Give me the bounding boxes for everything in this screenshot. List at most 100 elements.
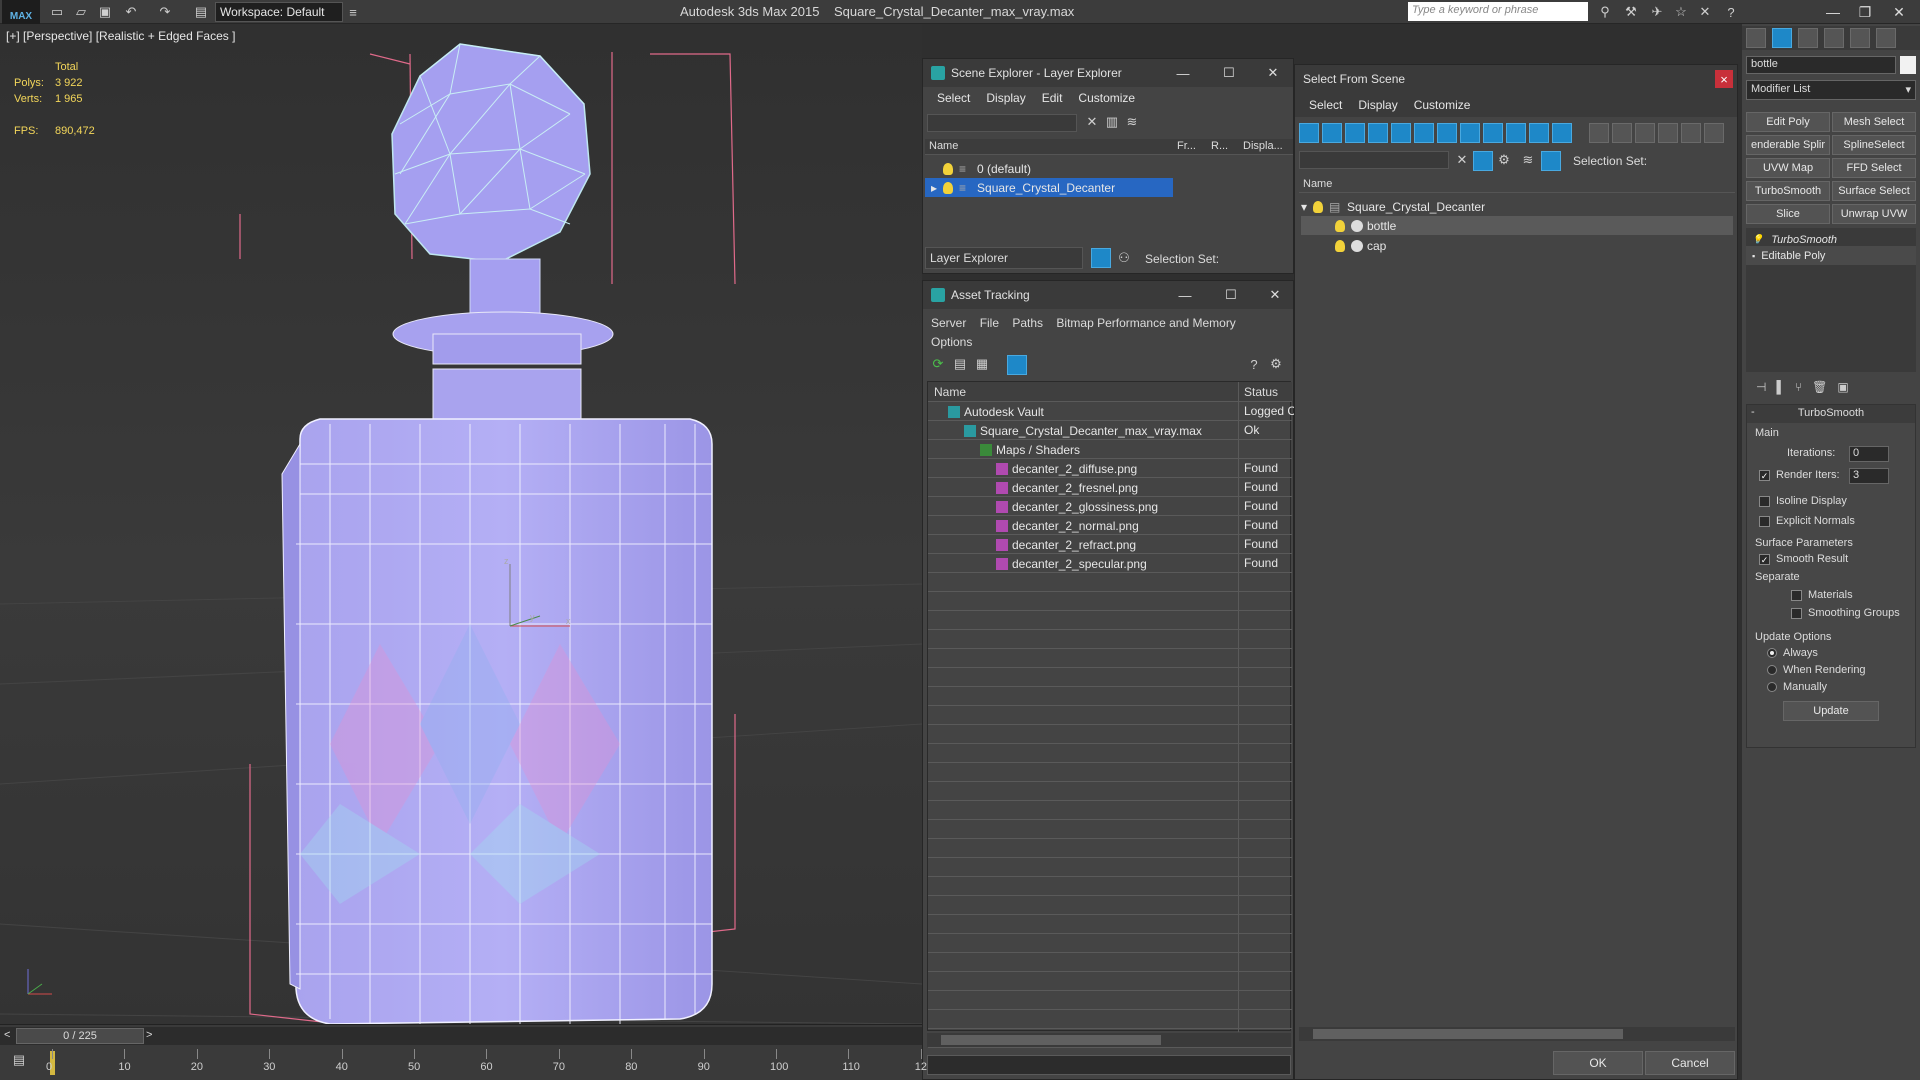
object-color-swatch[interactable] [1900,56,1916,74]
clear-search-icon[interactable]: ✕ [1453,151,1471,169]
always-row[interactable]: Always [1767,647,1818,659]
always-radio[interactable] [1767,648,1777,658]
shapes-filter-icon[interactable] [1322,123,1342,143]
frame-slider-thumb[interactable]: 0 / 225 [16,1028,144,1044]
select-from-scene-titlebar[interactable]: Select From Scene × [1295,65,1737,93]
modifier-button[interactable]: Unwrap UVW [1832,204,1916,224]
tree-row-bottle[interactable]: bottle [1301,216,1733,235]
menu-paths[interactable]: Paths [1012,316,1043,330]
prev-frame-icon[interactable]: < [4,1029,10,1041]
modify-tab-icon[interactable] [1772,28,1792,48]
manually-row[interactable]: Manually [1767,681,1827,693]
utilities-tab-icon[interactable] [1876,28,1896,48]
restore-icon[interactable]: ❐ [1850,2,1880,22]
asset-row[interactable]: decanter_2_refract.png Found [928,535,1292,554]
modifier-button[interactable]: Mesh Select [1832,112,1916,132]
lightbulb-icon[interactable] [1335,239,1345,252]
refresh-icon[interactable]: ⟳ [929,355,947,373]
perspective-viewport[interactable]: [+] [Perspective] [Realistic + Edged Fac… [0,24,922,1024]
hierarchy-tab-icon[interactable] [1798,28,1818,48]
update-button[interactable]: Update [1783,701,1879,721]
menu-display[interactable]: Display [986,91,1025,105]
select-all-icon[interactable] [1589,123,1609,143]
modifier-button[interactable]: Surface Select [1832,181,1916,201]
scrollbar-thumb[interactable] [941,1035,1161,1045]
new-file-icon[interactable]: ▭ [48,3,66,21]
when-rendering-row[interactable]: When Rendering [1767,664,1866,676]
modifier-button[interactable]: TurboSmooth [1746,181,1830,201]
hierarchy-icon[interactable]: ⚇ [1115,249,1133,267]
asset-row[interactable]: Square_Crystal_Decanter_max_vray.max Ok [928,421,1292,440]
minimize-icon[interactable]: — [1818,2,1848,22]
maximize-icon[interactable]: ☐ [1217,63,1241,83]
close-icon[interactable]: ✕ [1261,63,1285,83]
modifier-button[interactable]: enderable Splir [1746,135,1830,155]
explorer-type-dropdown[interactable]: Layer Explorer [925,247,1083,269]
select-none-icon[interactable] [1612,123,1632,143]
select-search-input[interactable] [1299,151,1449,169]
track-view-icon[interactable]: ▤ [10,1051,28,1069]
modifier-button[interactable]: SplineSelect [1832,135,1916,155]
asset-row[interactable]: decanter_2_normal.png Found [928,516,1292,535]
workspace-menu-icon[interactable]: ≡ [344,3,362,21]
modifier-button[interactable]: UVW Map [1746,158,1830,178]
decanter-model[interactable]: z y x [0,24,922,1024]
groups-filter-icon[interactable] [1437,123,1457,143]
menu-display[interactable]: Display [1358,98,1397,112]
render-iters-checkbox[interactable]: ✓ [1759,469,1770,481]
asset-row[interactable]: decanter_2_specular.png Found [928,554,1292,573]
col-render[interactable]: R... [1211,140,1228,152]
layers-icon[interactable]: ≋ [1519,151,1537,169]
show-end-result-icon[interactable]: ▌ [1776,380,1785,394]
when-rendering-radio[interactable] [1767,665,1777,675]
geometry-filter-icon[interactable] [1299,123,1319,143]
asset-row[interactable]: Autodesk Vault Logged C [928,402,1296,421]
create-tab-icon[interactable] [1746,28,1766,48]
list-view-icon[interactable]: ▤ [951,355,969,373]
save-icon[interactable]: ▣ [96,3,114,21]
make-unique-icon[interactable]: ⑂ [1795,380,1802,394]
frozen-filter-icon[interactable] [1529,123,1549,143]
tree-hscrollbar[interactable] [1299,1027,1735,1041]
isoline-row[interactable]: Isoline Display [1759,495,1847,507]
render-iters-spinner[interactable]: 3 [1849,468,1889,484]
modifier-button[interactable]: FFD Select [1832,158,1916,178]
asset-row[interactable]: decanter_2_glossiness.png Found [928,497,1292,516]
help-icon[interactable]: ? [1722,3,1740,21]
menu-server[interactable]: Server [931,316,966,330]
favorites-icon[interactable]: ☆ [1672,3,1690,21]
redo-icon[interactable]: ↷ [156,3,174,21]
iterations-spinner[interactable]: 0 [1849,446,1889,462]
modifier-button[interactable]: Slice [1746,204,1830,224]
motion-tab-icon[interactable] [1824,28,1844,48]
filter-funnel-icon[interactable] [1658,123,1678,143]
scrollbar-thumb[interactable] [1313,1029,1623,1039]
col-name[interactable]: Name [934,385,966,399]
asset-path-input[interactable] [927,1055,1291,1075]
settings-icon[interactable]: ⚙ [1267,355,1285,373]
minimize-icon[interactable]: — [1173,285,1197,305]
containers-filter-icon[interactable] [1506,123,1526,143]
modifier-button[interactable]: Edit Poly [1746,112,1830,132]
close-icon[interactable]: × [1715,70,1733,88]
next-frame-icon[interactable]: > [146,1029,152,1041]
help-icon[interactable]: ? [1245,355,1263,373]
lightbulb-icon[interactable] [1335,219,1345,232]
manually-radio[interactable] [1767,682,1777,692]
modifier-list-dropdown[interactable]: Modifier List ▾ [1746,80,1916,100]
modifier-on-icon[interactable]: 💡 [1752,234,1763,245]
menu-customize[interactable]: Customize [1414,98,1471,112]
layer-row[interactable]: ≡ 0 (default) [925,159,1293,178]
xrefs-filter-icon[interactable] [1460,123,1480,143]
project-folder-icon[interactable]: ▤ [192,3,210,21]
materials-row[interactable]: Materials [1791,589,1853,601]
smoothing-groups-row[interactable]: Smoothing Groups [1791,607,1900,619]
invert-selection-icon[interactable] [1635,123,1655,143]
tree-row-group[interactable]: ▾ ▤ Square_Crystal_Decanter [1301,197,1731,216]
display-tab-icon[interactable] [1850,28,1870,48]
explicit-normals-row[interactable]: Explicit Normals [1759,515,1855,527]
layer-mode-icon[interactable] [1091,248,1111,268]
hierarchy-mode-icon[interactable] [1541,151,1561,171]
menu-file[interactable]: File [980,316,999,330]
hidden-filter-icon[interactable] [1552,123,1572,143]
